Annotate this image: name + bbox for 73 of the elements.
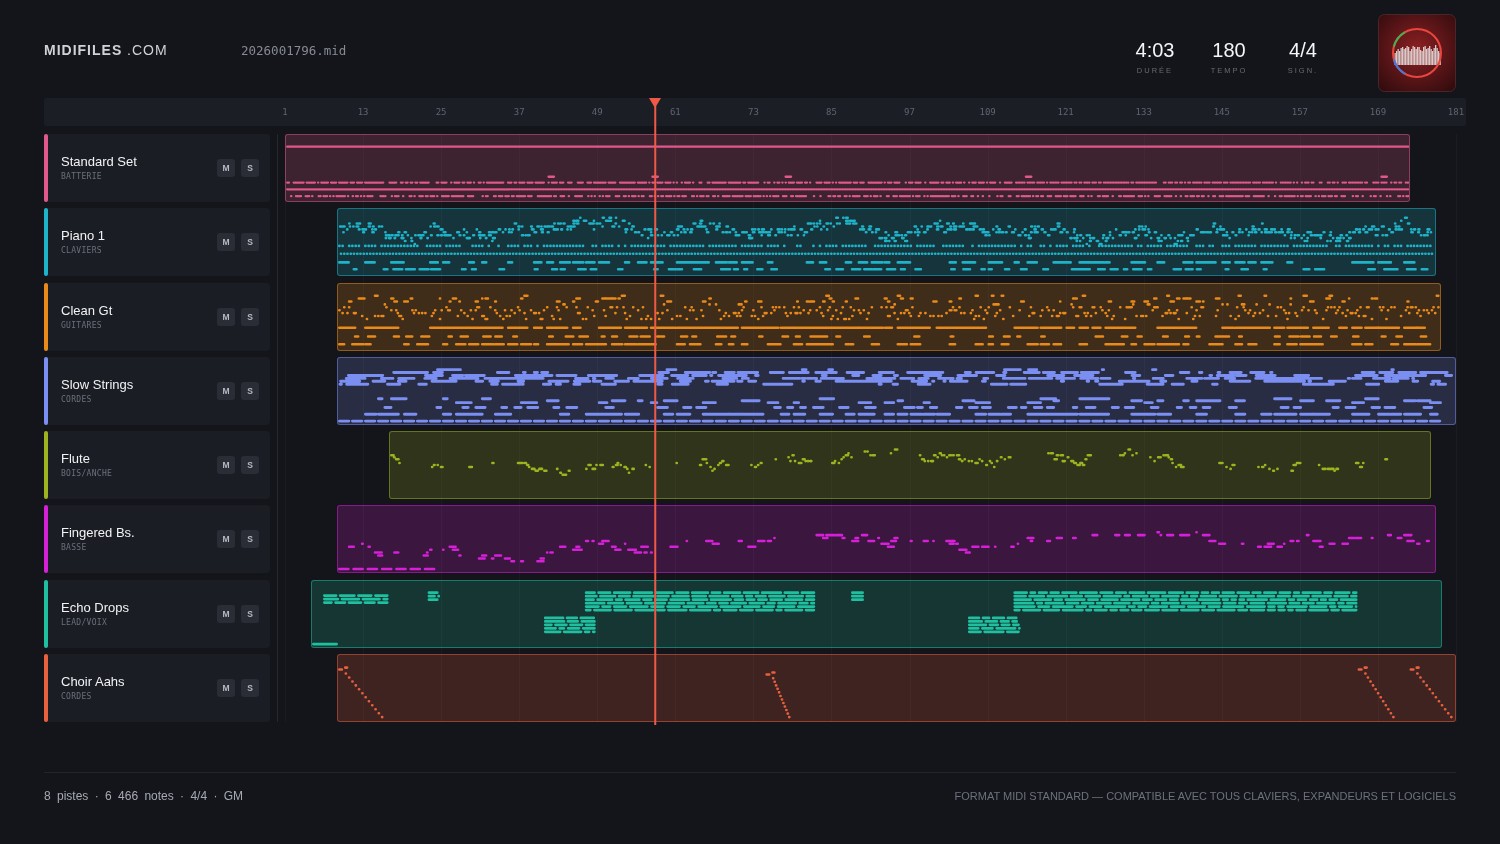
format-note: FORMAT MIDI STANDARD — COMPATIBLE AVEC TOUS CLAVIERS, EXPANDEURS ET LOGICIELS [954, 789, 1456, 805]
track-name: Echo Drops [61, 599, 129, 616]
file-name: 2026001796.mid [241, 43, 347, 59]
midi-clip[interactable] [337, 356, 1456, 425]
track-header[interactable]: Fingered Bs. BASSE M S [44, 505, 270, 574]
bar-number: 121 [1057, 106, 1074, 118]
mute-button[interactable]: M [217, 381, 235, 400]
bar-number: 157 [1291, 106, 1308, 118]
track-name: Flute [61, 451, 90, 468]
solo-button[interactable]: S [241, 456, 259, 475]
bar-number: 97 [904, 106, 915, 118]
solo-button[interactable]: S [241, 604, 259, 623]
track-header[interactable]: Flute BOIS/ANCHE M S [44, 431, 270, 500]
solo-button[interactable]: S [241, 381, 259, 400]
track-name: Choir Aahs [61, 674, 125, 691]
site-logo: MIDIFILES .COM [44, 41, 169, 59]
midi-clip[interactable] [337, 505, 1437, 574]
track-category: BATTERIE [61, 172, 102, 182]
track-category: GUITARES [61, 320, 102, 331]
bar-number: 49 [591, 106, 603, 118]
playhead-handle[interactable] [649, 98, 662, 108]
track-category: LEAD/VOIX [61, 617, 108, 628]
track-header[interactable]: Standard Set BATTERIE M S [44, 134, 270, 202]
solo-button[interactable]: S [241, 530, 259, 549]
bar-number: 133 [1135, 106, 1152, 118]
track-header[interactable]: Clean Gt GUITARES M S [44, 282, 270, 351]
track-name: Clean Gt [61, 302, 113, 319]
track-category: BASSE [61, 543, 87, 554]
solo-button[interactable]: S [241, 679, 259, 698]
waveform-cover-icon [1378, 14, 1456, 92]
midi-clip[interactable] [389, 431, 1432, 500]
bar-number: 25 [435, 106, 447, 118]
track-category: CLAVIERS [61, 246, 102, 257]
bar-number: 13 [357, 106, 369, 118]
midi-clip[interactable] [285, 134, 1411, 202]
mute-button[interactable]: M [217, 159, 235, 177]
solo-button[interactable]: S [241, 307, 259, 326]
track-header[interactable]: Echo Drops LEAD/VOIX M S [44, 579, 270, 648]
mute-button[interactable]: M [217, 233, 235, 252]
track-category: CORDES [61, 692, 92, 703]
bar-number: 181 [1447, 106, 1465, 118]
track-name: Standard Set [61, 154, 137, 170]
solo-button[interactable]: S [241, 233, 259, 252]
stat-value: 180 [1212, 38, 1246, 62]
track-name: Slow Strings [61, 376, 134, 393]
footer-summary: 8 pistes · 6 466 notes · 4/4 · GM [44, 788, 244, 805]
solo-button[interactable]: S [241, 159, 259, 177]
mute-button[interactable]: M [217, 307, 235, 326]
track-name: Piano 1 [61, 228, 106, 245]
bar-number: 1 [282, 106, 288, 118]
bar-number: 109 [979, 106, 996, 118]
bar-number: 73 [747, 106, 759, 118]
midi-clip[interactable] [311, 579, 1442, 648]
bar-number: 145 [1213, 106, 1230, 118]
bar-number: 85 [826, 106, 837, 118]
track-header[interactable]: Slow Strings CORDES M S [44, 356, 270, 425]
bar-number: 169 [1369, 106, 1387, 118]
midi-clip[interactable] [337, 282, 1441, 351]
track-name: Fingered Bs. [61, 525, 135, 542]
track-header[interactable]: Piano 1 CLAVIERS M S [44, 208, 270, 277]
bar-number: 61 [669, 106, 681, 118]
bar-number: 37 [513, 106, 525, 118]
midi-clip[interactable] [337, 208, 1437, 277]
mute-button[interactable]: M [217, 679, 235, 698]
midi-clip[interactable] [337, 654, 1456, 723]
track-category: CORDES [61, 394, 92, 405]
mute-button[interactable]: M [217, 604, 235, 623]
mute-button[interactable]: M [217, 456, 235, 475]
stat-value: 4/4 [1289, 38, 1317, 62]
track-category: BOIS/ANCHE [61, 469, 113, 480]
track-header[interactable]: Choir Aahs CORDES M S [44, 654, 270, 723]
mute-button[interactable]: M [217, 530, 235, 549]
stat-value: 4:03 [1135, 38, 1175, 62]
